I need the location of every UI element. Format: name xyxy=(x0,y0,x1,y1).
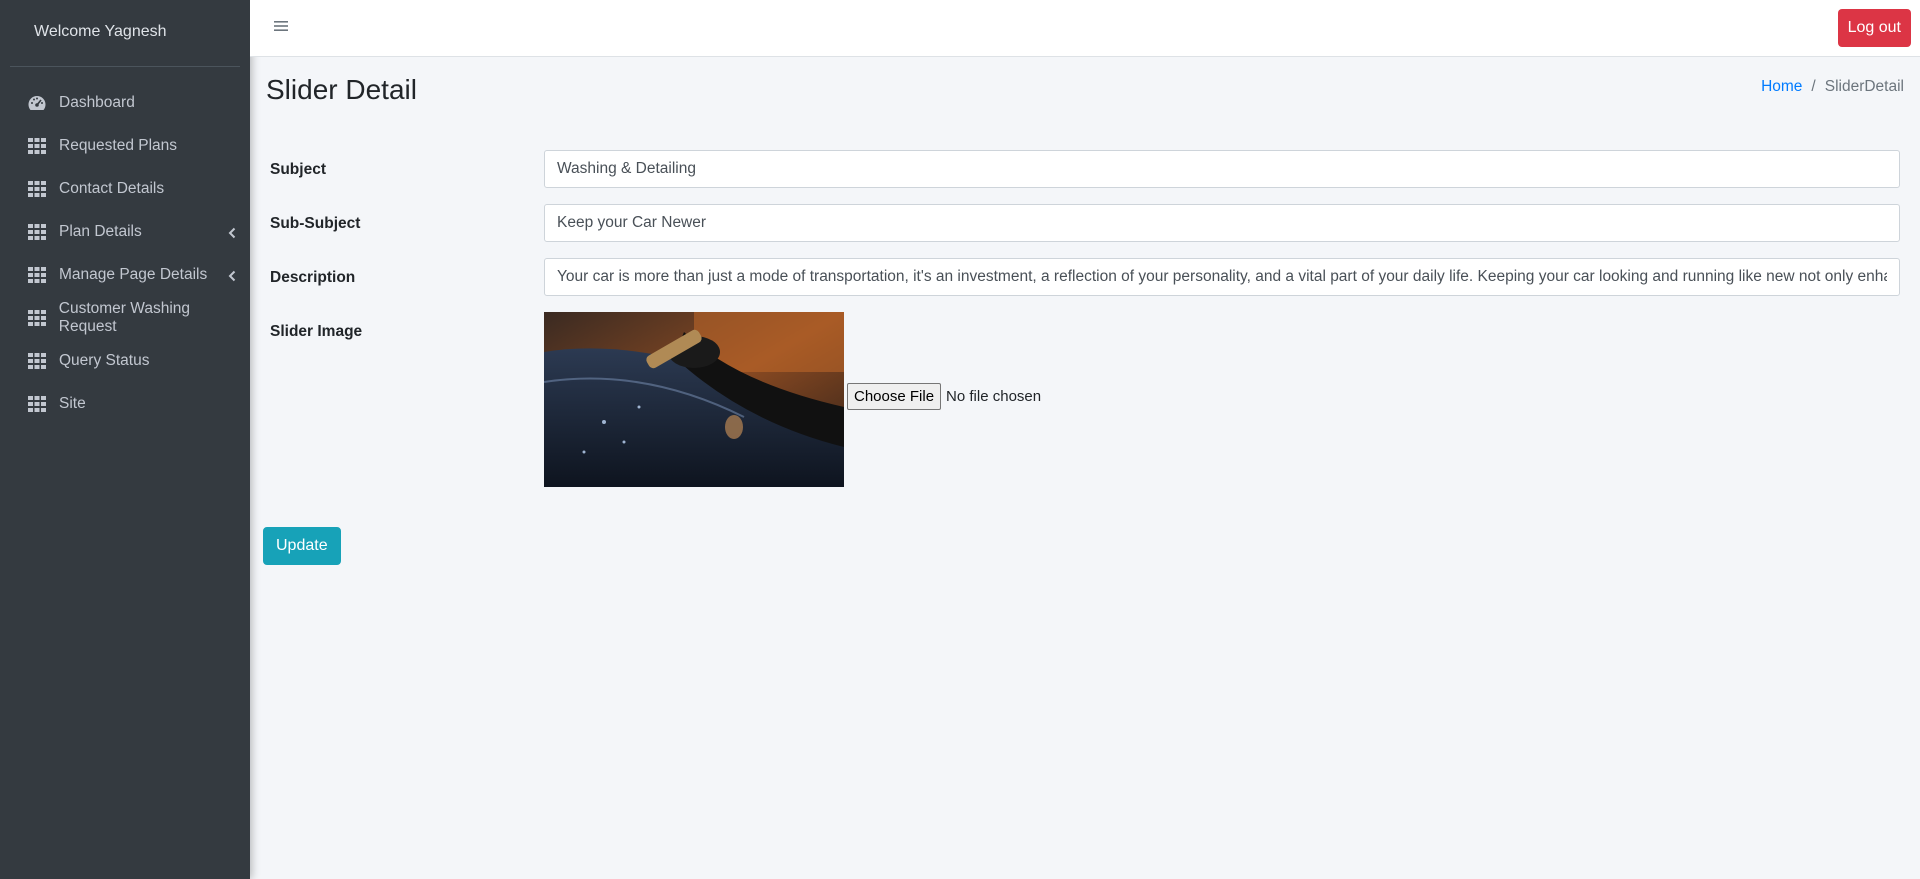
sidebar-item-label: Plan Details xyxy=(59,222,142,240)
slider-image-label: Slider Image xyxy=(270,323,363,340)
sidebar: Welcome Yagnesh Dashboard Requested Plan… xyxy=(0,0,250,879)
sidebar-nav: Dashboard Requested Plans Contact Detail… xyxy=(0,81,250,425)
grid-icon xyxy=(27,352,47,370)
choose-file-button[interactable]: Choose File xyxy=(847,383,942,410)
file-upload: Choose File No file chosen xyxy=(847,383,1041,410)
breadcrumb-separator: / xyxy=(1811,78,1816,95)
sidebar-item-plan-details[interactable]: Plan Details xyxy=(0,210,250,253)
update-button[interactable]: Update xyxy=(263,527,341,565)
subject-label: Subject xyxy=(270,161,326,178)
sidebar-item-label: Query Status xyxy=(59,351,150,369)
sidebar-item-label: Contact Details xyxy=(59,179,165,197)
sidebar-item-label: Customer Washing Request xyxy=(58,299,191,335)
breadcrumb-current: SliderDetail xyxy=(1824,78,1904,95)
grid-icon xyxy=(27,180,47,198)
description-label: Description xyxy=(270,269,356,286)
logout-button[interactable]: Log out xyxy=(1837,9,1911,47)
subject-input[interactable] xyxy=(544,150,1900,188)
sub-subject-input[interactable] xyxy=(544,204,1900,242)
tachometer-icon xyxy=(27,94,47,112)
chevron-left-icon xyxy=(227,226,237,238)
sidebar-item-query-status[interactable]: Query Status xyxy=(0,339,250,382)
topbar: Log out xyxy=(250,0,1920,57)
sidebar-item-label: Manage Page Details xyxy=(59,265,208,283)
sidebar-brand[interactable]: Welcome Yagnesh xyxy=(10,0,240,67)
sidebar-item-contact-details[interactable]: Contact Details xyxy=(0,167,250,210)
slider-image-preview xyxy=(544,312,844,487)
sidebar-item-label: Site xyxy=(59,394,86,412)
main-content: Slider Detail Home / SliderDetail Subjec… xyxy=(250,57,1920,879)
file-status: No file chosen xyxy=(946,388,1042,405)
page-title: Slider Detail xyxy=(266,74,417,105)
sidebar-item-label: Dashboard xyxy=(59,93,135,111)
grid-icon xyxy=(27,137,47,155)
grid-icon xyxy=(27,266,47,284)
grid-icon xyxy=(27,309,47,327)
sidebar-item-site[interactable]: Site xyxy=(0,382,250,425)
sidebar-item-dashboard[interactable]: Dashboard xyxy=(0,81,250,124)
sidebar-item-customer-washing-request[interactable]: Customer Washing Request xyxy=(0,296,250,339)
sidebar-item-label: Requested Plans xyxy=(59,136,178,154)
sidebar-item-requested-plans[interactable]: Requested Plans xyxy=(0,124,250,167)
chevron-left-icon xyxy=(227,269,237,281)
hamburger-icon[interactable] xyxy=(274,19,288,33)
sidebar-item-manage-page-details[interactable]: Manage Page Details xyxy=(0,253,250,296)
breadcrumb: Home / SliderDetail xyxy=(1761,78,1904,96)
grid-icon xyxy=(27,395,47,413)
description-input[interactable] xyxy=(544,258,1900,296)
grid-icon xyxy=(27,223,47,241)
breadcrumb-home-link[interactable]: Home xyxy=(1761,78,1802,96)
sub-subject-label: Sub-Subject xyxy=(270,215,361,232)
